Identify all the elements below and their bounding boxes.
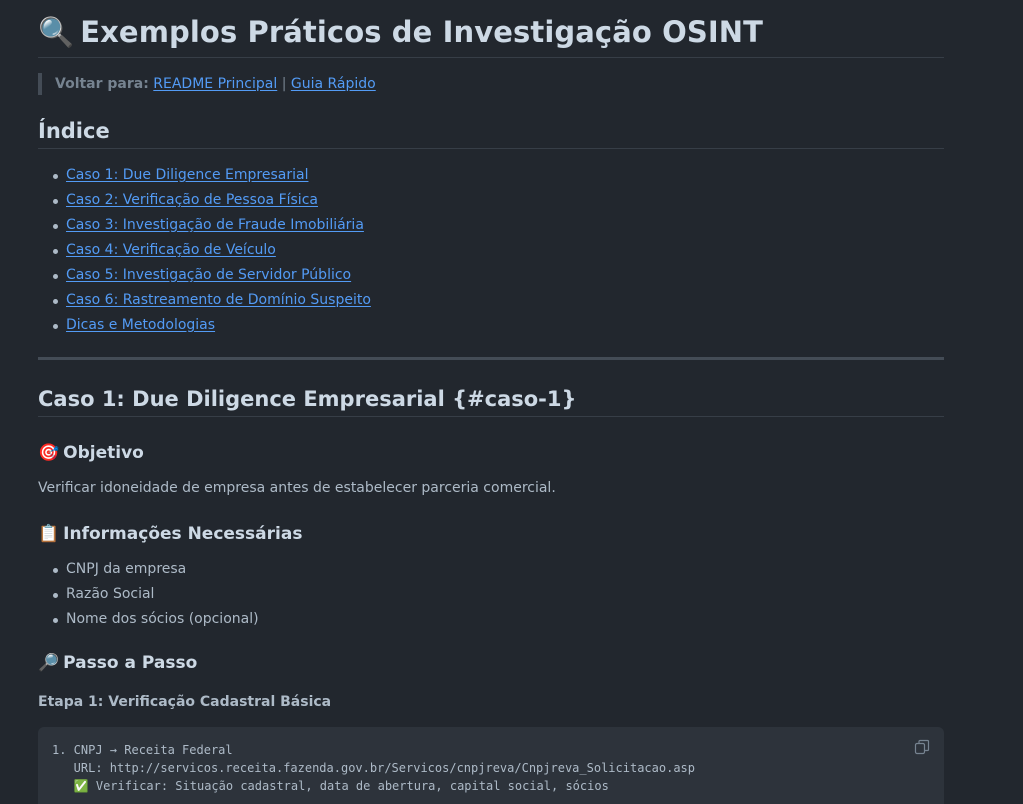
list-item: Razão Social: [38, 582, 944, 607]
objective-heading-text: Objetivo: [63, 443, 144, 463]
info-list: CNPJ da empresa Razão Social Nome dos só…: [38, 557, 944, 632]
toc-link-caso-4[interactable]: Caso 4: Verificação de Veículo: [66, 242, 276, 258]
toc-link-caso-3[interactable]: Caso 3: Investigação de Fraude Imobiliár…: [66, 217, 364, 233]
bullet-icon: [53, 324, 58, 329]
bullet-icon: [53, 249, 58, 254]
table-of-contents: Caso 1: Due Diligence Empresarial Caso 2…: [38, 163, 944, 338]
clipboard-icon: 📋: [38, 524, 60, 544]
toc-item: Caso 5: Investigação de Servidor Público: [38, 263, 944, 288]
list-item-text: Razão Social: [66, 586, 155, 602]
steps-heading-text: Passo a Passo: [63, 653, 198, 673]
back-navigation: Voltar para: README Principal | Guia Ráp…: [38, 73, 944, 95]
target-icon: 🎯: [38, 443, 60, 463]
toc-link-caso-5[interactable]: Caso 5: Investigação de Servidor Público: [66, 267, 351, 283]
quick-guide-link[interactable]: Guia Rápido: [291, 76, 376, 92]
stage-1-heading: Etapa 1: Verificação Cadastral Básica: [38, 694, 332, 710]
link-separator: |: [281, 76, 287, 92]
toc-item: Dicas e Metodologias: [38, 313, 944, 338]
toc-item: Caso 2: Verificação de Pessoa Física: [38, 188, 944, 213]
bullet-icon: [53, 199, 58, 204]
list-item: CNPJ da empresa: [38, 557, 944, 582]
bullet-icon: [53, 274, 58, 279]
list-item-text: Nome dos sócios (opcional): [66, 611, 259, 627]
bullet-icon: [53, 568, 58, 573]
index-heading: Índice: [38, 114, 944, 149]
info-heading-text: Informações Necessárias: [63, 524, 303, 544]
list-item-text: CNPJ da empresa: [66, 561, 187, 577]
section-divider: [38, 357, 944, 360]
bullet-icon: [53, 174, 58, 179]
toc-link-caso-2[interactable]: Caso 2: Verificação de Pessoa Física: [66, 192, 318, 208]
toc-link-dicas[interactable]: Dicas e Metodologias: [66, 317, 215, 333]
page-title: 🔍 Exemplos Práticos de Investigação OSINT: [38, 0, 944, 58]
info-heading: 📋 Informações Necessárias: [38, 520, 944, 548]
case-1-heading: Caso 1: Due Diligence Empresarial {#caso…: [38, 382, 944, 417]
magnifier-icon: 🔍: [38, 15, 75, 49]
markdown-content: 🔍 Exemplos Práticos de Investigação OSINT…: [38, 0, 944, 804]
code-line: URL: http://servicos.receita.fazenda.gov…: [52, 761, 695, 775]
bullet-icon: [53, 224, 58, 229]
list-item: Nome dos sócios (opcional): [38, 607, 944, 632]
readme-link[interactable]: README Principal: [153, 76, 277, 92]
objective-text: Verificar idoneidade de empresa antes de…: [38, 480, 556, 496]
copy-icon[interactable]: [914, 739, 930, 755]
bullet-icon: [53, 618, 58, 623]
back-label: Voltar para:: [55, 76, 149, 92]
toc-item: Caso 1: Due Diligence Empresarial: [38, 163, 944, 188]
page: 🔍 Exemplos Práticos de Investigação OSINT…: [0, 0, 1023, 804]
bullet-icon: [53, 593, 58, 598]
code-line: ✅ Verificar: Situação cadastral, data de…: [52, 779, 609, 793]
code-line: 1. CNPJ → Receita Federal: [52, 743, 233, 757]
toc-item: Caso 6: Rastreamento de Domínio Suspeito: [38, 288, 944, 313]
code-block: 1. CNPJ → Receita Federal URL: http://se…: [38, 727, 944, 804]
toc-link-caso-6[interactable]: Caso 6: Rastreamento de Domínio Suspeito: [66, 292, 371, 308]
toc-item: Caso 3: Investigação de Fraude Imobiliár…: [38, 213, 944, 238]
steps-heading: 🔎 Passo a Passo: [38, 649, 944, 677]
objective-heading: 🎯 Objetivo: [38, 439, 944, 467]
bullet-icon: [53, 299, 58, 304]
magnifier-right-icon: 🔎: [38, 653, 60, 673]
toc-item: Caso 4: Verificação de Veículo: [38, 238, 944, 263]
toc-link-caso-1[interactable]: Caso 1: Due Diligence Empresarial: [66, 167, 308, 183]
page-title-text: Exemplos Práticos de Investigação OSINT: [80, 15, 763, 49]
